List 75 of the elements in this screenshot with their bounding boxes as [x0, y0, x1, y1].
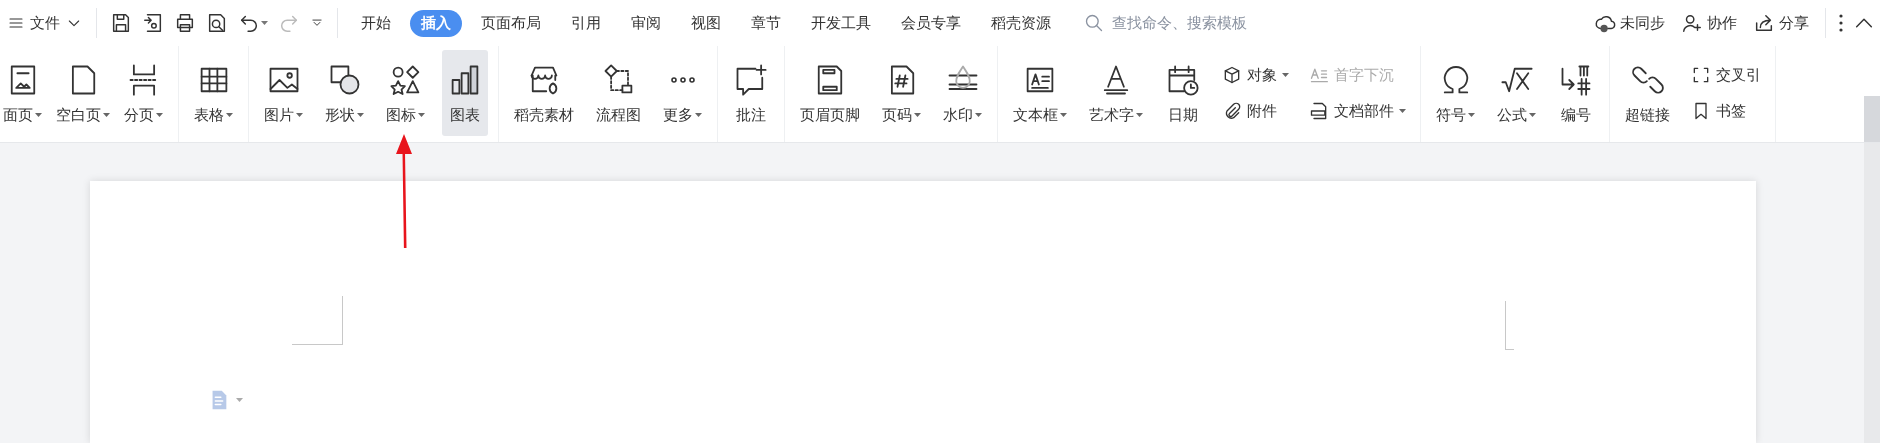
- ribbon-tab[interactable]: 稻壳资源: [980, 9, 1062, 37]
- ribbon-tab[interactable]: 页面布局: [470, 9, 552, 37]
- ribbon-button[interactable]: 分页: [119, 50, 168, 136]
- ribbon-button[interactable]: 对象: [1218, 62, 1293, 88]
- margin-corner: [292, 296, 343, 345]
- ribbon-button[interactable]: 面页: [0, 50, 47, 136]
- ribbon-button[interactable]: 超链接: [1620, 50, 1675, 136]
- ribbon-button[interactable]: 表格: [189, 50, 238, 136]
- add-user-icon: [1681, 12, 1703, 34]
- caret-icon: [418, 112, 425, 118]
- caret-icon: [1529, 112, 1536, 118]
- caret-icon: [975, 112, 982, 118]
- caret-icon: [296, 112, 303, 118]
- header-button[interactable]: 协作: [1673, 8, 1745, 38]
- ribbon-button[interactable]: 空白页: [51, 50, 115, 136]
- caret-icon: [1399, 108, 1406, 114]
- ribbon-button[interactable]: 图标: [381, 50, 430, 136]
- caret-icon: [226, 112, 233, 118]
- ribbon-button[interactable]: 附件: [1218, 98, 1293, 124]
- ribbon-button[interactable]: 页眉页脚: [795, 50, 865, 136]
- caret-icon: [695, 112, 702, 118]
- ribbon-button[interactable]: 书签: [1687, 98, 1765, 124]
- caret-icon: [103, 112, 110, 118]
- ribbon-button[interactable]: 流程图: [591, 50, 646, 136]
- ribbon-button[interactable]: 批注: [728, 50, 774, 136]
- caret-icon: [1468, 112, 1475, 118]
- scrollbar[interactable]: [1864, 143, 1880, 443]
- ribbon-button[interactable]: 文档部件: [1305, 98, 1410, 124]
- margin-corner: [1505, 301, 1514, 350]
- ribbon-tab[interactable]: 开发工具: [800, 9, 882, 37]
- search-icon: [1084, 13, 1104, 33]
- ribbon-tab[interactable]: 视图: [680, 9, 732, 37]
- ribbon-tab[interactable]: 章节: [740, 9, 792, 37]
- more-icon: [669, 76, 696, 83]
- caret-icon: [1282, 72, 1289, 78]
- ribbon-button[interactable]: 公式: [1492, 50, 1541, 136]
- ribbon-tab[interactable]: 会员专享: [890, 9, 972, 37]
- preview-icon: [206, 12, 228, 34]
- caret-icon: [35, 112, 42, 118]
- ribbon-button[interactable]: 艺术字: [1084, 50, 1148, 136]
- ribbon-button[interactable]: 形状: [320, 50, 369, 136]
- ribbon-button[interactable]: 日期: [1160, 50, 1206, 136]
- caret-icon: [156, 112, 163, 118]
- export-icon: [142, 12, 164, 34]
- ribbon-button[interactable]: 文本框: [1008, 50, 1072, 136]
- printer-icon: [174, 12, 196, 34]
- header-button[interactable]: 分享: [1745, 8, 1817, 38]
- caret-icon: [357, 112, 364, 118]
- ribbon-button[interactable]: 图片: [259, 50, 308, 136]
- search-field[interactable]: 查找命令、搜索模板: [1110, 13, 1354, 33]
- ribbon-button[interactable]: 图表: [442, 50, 488, 136]
- ribbon-tab[interactable]: 开始: [350, 9, 402, 37]
- save-icon: [110, 12, 132, 34]
- menu-icon: [8, 15, 24, 31]
- ribbon-button[interactable]: 编号: [1553, 50, 1599, 136]
- caret-icon: [1136, 112, 1143, 118]
- caret-icon: [914, 112, 921, 118]
- caret-icon: [236, 397, 243, 403]
- ribbon-button[interactable]: 水印: [938, 50, 987, 136]
- ribbon-tab[interactable]: 引用: [560, 9, 612, 37]
- ribbon-button[interactable]: 页码: [877, 50, 926, 136]
- more-vertical-icon: [1839, 14, 1843, 32]
- share-icon: [1753, 12, 1775, 34]
- ribbon-button[interactable]: 交叉引: [1687, 62, 1765, 88]
- file-menu[interactable]: 文件: [2, 9, 88, 37]
- ribbon-button[interactable]: 符号: [1431, 50, 1480, 136]
- caret-icon: [1060, 112, 1067, 118]
- ribbon-tab[interactable]: 审阅: [620, 9, 672, 37]
- caret-icon: [261, 20, 268, 26]
- bracket-icon: [1691, 65, 1711, 85]
- ribbon-button[interactable]: 更多: [658, 50, 707, 136]
- document-part-icon: [1309, 101, 1329, 121]
- ribbon-button[interactable]: 稻壳素材: [509, 50, 579, 136]
- cube-icon: [1222, 65, 1242, 85]
- header-button[interactable]: 未同步: [1586, 8, 1673, 38]
